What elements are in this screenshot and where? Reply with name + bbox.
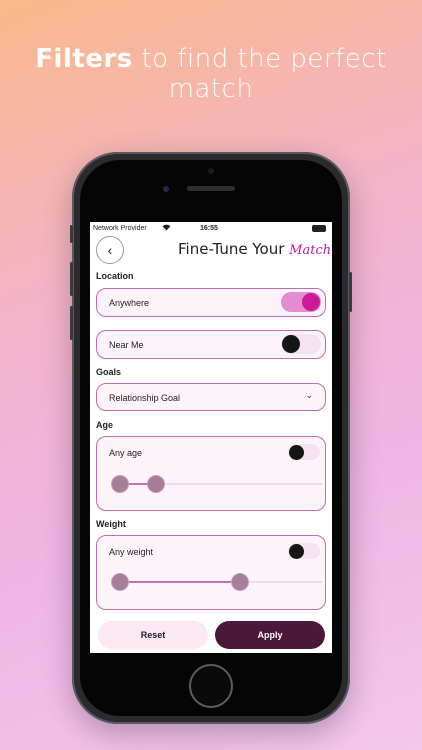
chevron-down-icon: ⌄ [305, 390, 313, 400]
mute-switch [70, 225, 73, 243]
reset-button[interactable]: Reset [98, 621, 208, 649]
location-label: Location [96, 271, 134, 281]
wifi-icon [162, 224, 171, 233]
anywhere-option[interactable]: Anywhere [96, 288, 326, 317]
anywhere-label: Anywhere [109, 298, 150, 308]
weight-slider-min-handle[interactable] [111, 573, 129, 591]
toggle-knob [289, 444, 304, 460]
proximity-sensor [208, 168, 214, 174]
age-card: Any age [96, 436, 326, 511]
earpiece-speaker [187, 186, 235, 191]
anywhere-toggle[interactable] [281, 292, 321, 312]
apply-button[interactable]: Apply [215, 621, 325, 649]
any-weight-toggle[interactable] [288, 543, 320, 559]
weight-label: Weight [96, 519, 126, 529]
weight-card: Any weight [96, 535, 326, 610]
page-title-accent: Match [289, 243, 332, 258]
status-bar: Network Provider 16:55 [90, 222, 332, 236]
home-button[interactable] [189, 664, 233, 708]
power-button [349, 272, 352, 312]
toggle-knob [302, 293, 320, 311]
any-weight-label: Any weight [109, 547, 154, 557]
near-me-toggle[interactable] [281, 334, 321, 354]
near-me-option[interactable]: Near Me [96, 330, 326, 359]
weight-slider-max-handle[interactable] [231, 573, 249, 591]
page-title: Fine-Tune Your Match [178, 240, 331, 258]
headline-rest: to find the perfect match [132, 44, 387, 104]
front-camera [163, 186, 169, 192]
age-label: Age [96, 420, 114, 430]
goals-select[interactable]: Relationship Goal ⌄ [96, 383, 326, 411]
weight-slider-fill [120, 581, 240, 583]
headline-bold: Filters [35, 44, 133, 74]
chevron-left-icon: ‹ [107, 242, 113, 258]
promo-headline: Filters to find the perfect match [0, 44, 422, 104]
app-screen: Network Provider 16:55 ‹ Fine-Tune Your … [90, 222, 332, 653]
page-title-text: Fine-Tune Your [178, 240, 290, 258]
status-time: 16:55 [200, 225, 218, 232]
carrier-label: Network Provider [93, 225, 147, 232]
age-slider-max-handle[interactable] [147, 475, 165, 493]
battery-icon [312, 225, 326, 232]
toggle-knob [289, 543, 304, 559]
any-age-toggle[interactable] [288, 444, 320, 460]
goals-label: Goals [96, 367, 122, 377]
volume-up-button [70, 262, 73, 296]
age-slider-min-handle[interactable] [111, 475, 129, 493]
back-button[interactable]: ‹ [96, 236, 124, 264]
volume-down-button [70, 306, 73, 340]
near-me-label: Near Me [109, 340, 144, 350]
any-age-label: Any age [109, 448, 143, 458]
goals-select-value: Relationship Goal [109, 393, 181, 403]
toggle-knob [282, 335, 300, 353]
